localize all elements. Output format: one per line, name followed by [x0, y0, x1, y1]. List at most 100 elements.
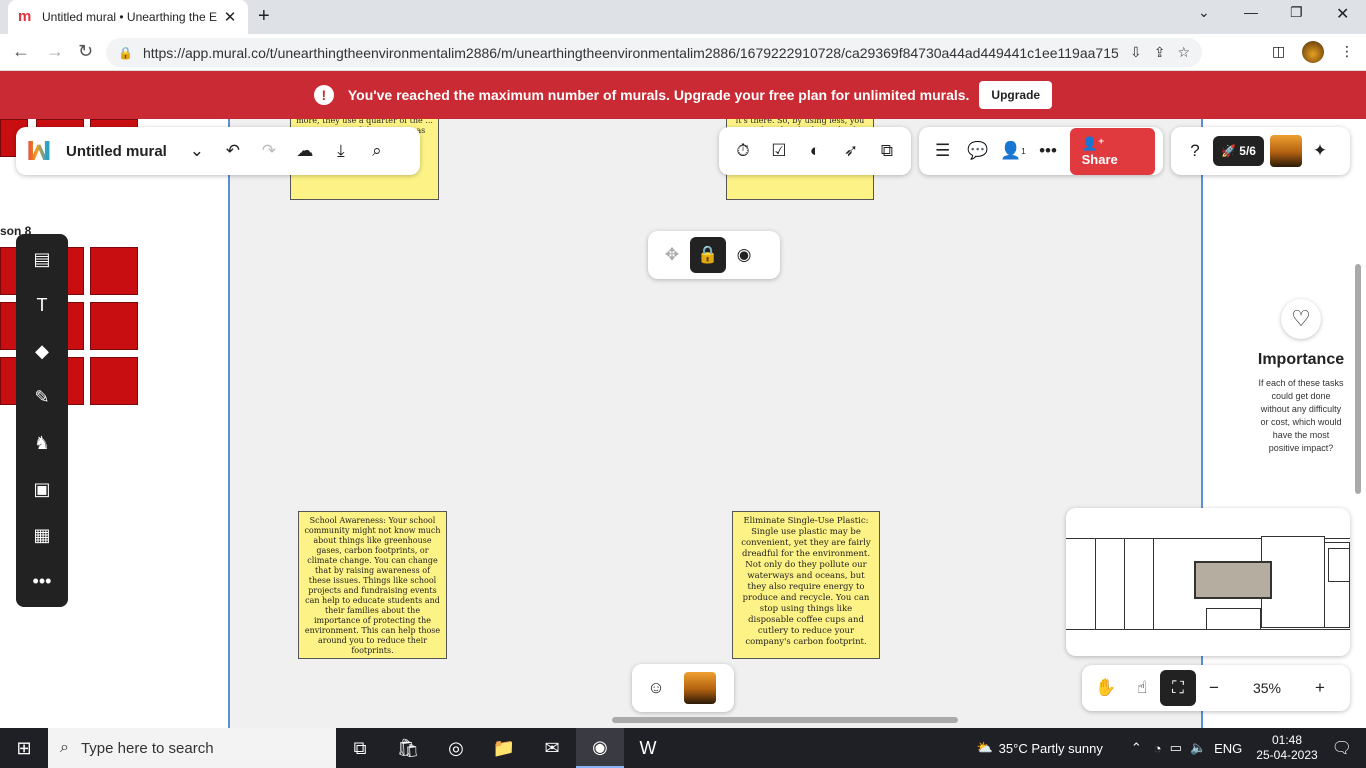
minimap[interactable]	[1066, 508, 1350, 656]
profile-avatar[interactable]	[1302, 41, 1324, 63]
horizontal-scrollbar[interactable]	[612, 717, 958, 723]
facilitator-avatar[interactable]	[684, 672, 716, 704]
red-block[interactable]	[90, 302, 138, 350]
download-icon[interactable]: ⤓	[323, 133, 359, 169]
cloud-sync-icon[interactable]: ☁	[287, 133, 323, 169]
apps-grid-icon[interactable]: ▦	[16, 512, 68, 558]
clock-time: 01:48	[1271, 733, 1302, 747]
task-view-icon[interactable]: ⧉	[336, 728, 384, 768]
restore-icon[interactable]: ❐	[1290, 4, 1303, 21]
taskbar-search[interactable]: ⌕ Type here to search	[48, 728, 336, 768]
weather-icon[interactable]: ⛅	[976, 740, 992, 756]
battery-icon[interactable]: ▭	[1170, 740, 1182, 756]
timer-icon[interactable]: ⏱	[725, 133, 761, 169]
hand-tool-icon[interactable]: ✋	[1088, 670, 1124, 706]
search-icon[interactable]: ⌕	[359, 133, 395, 169]
importance-title: Importance	[1257, 351, 1345, 368]
onboarding-progress-button[interactable]: 🚀 5/6	[1213, 136, 1264, 166]
zoom-in-icon[interactable]: +	[1302, 670, 1338, 706]
windows-taskbar: ⊞ ⌕ Type here to search ⧉ 🛍 ◎ 📁 ✉ ◉ W ⛅ …	[0, 728, 1366, 768]
share-button[interactable]: 👤⁺ Share	[1069, 127, 1155, 175]
red-block[interactable]	[90, 357, 138, 405]
share-page-icon[interactable]: ⇪	[1154, 44, 1166, 61]
shapes-icon[interactable]: ◆	[16, 328, 68, 374]
sidepanel-icon[interactable]: ◫	[1272, 43, 1285, 60]
new-tab-icon[interactable]: +	[258, 5, 270, 28]
mail-icon[interactable]: ✉	[528, 728, 576, 768]
map-toggle-icon[interactable]: ⛶	[1160, 670, 1196, 706]
heart-icon[interactable]: ♡	[1281, 299, 1321, 339]
tab-search-icon[interactable]: ⌄	[1198, 4, 1210, 21]
lock-area-icon[interactable]: 🔒	[690, 237, 726, 273]
importance-panel: ♡ Importance If each of these tasks coul…	[1246, 299, 1356, 455]
navigation-toolbar: ✋ ☝ ⛶ − 35% +	[1082, 665, 1350, 711]
reload-icon[interactable]: ↻	[78, 41, 93, 62]
move-icon[interactable]: ✥	[654, 237, 690, 273]
minimize-icon[interactable]: —	[1244, 4, 1258, 20]
summon-icon[interactable]: ➶	[833, 133, 869, 169]
zoom-level[interactable]: 35%	[1232, 680, 1302, 696]
chevron-down-icon[interactable]: ⌄	[179, 133, 215, 169]
mural-logo-icon[interactable]: ꟽ	[26, 138, 58, 164]
image-icon[interactable]: ▣	[16, 466, 68, 512]
install-icon[interactable]: ⇩	[1130, 44, 1142, 61]
close-window-icon[interactable]: ✕	[1336, 4, 1349, 24]
back-icon[interactable]: ←	[12, 41, 30, 62]
file-explorer-icon[interactable]: 📁	[480, 728, 528, 768]
network-icon[interactable]: ◔	[1154, 741, 1162, 756]
url-field[interactable]: 🔒 https://app.mural.co/t/unearthingtheen…	[106, 38, 1202, 67]
store-icon[interactable]: 🛍	[384, 728, 432, 768]
red-block[interactable]	[90, 247, 138, 295]
clock[interactable]: 01:48 25-04-2023	[1256, 733, 1317, 763]
lock-icon: 🔒	[118, 45, 133, 60]
sticky-note-icon[interactable]: ▤	[16, 236, 68, 282]
browser-tab[interactable]: m Untitled mural • Unearthing the E ✕	[8, 0, 248, 34]
url-text: https://app.mural.co/t/unearthingtheenvi…	[142, 44, 1118, 61]
mural-name[interactable]: Untitled mural	[66, 143, 167, 160]
ai-sparkle-icon[interactable]: ✦	[1302, 133, 1338, 169]
voting-icon[interactable]: ☑	[761, 133, 797, 169]
templates-llama-icon[interactable]: ♞	[16, 420, 68, 466]
browser-menu-icon[interactable]: ⋮	[1340, 43, 1354, 60]
sticky-note-single-use-plastic[interactable]: Eliminate Single-Use Plastic: Single use…	[732, 511, 880, 659]
minimap-viewport[interactable]	[1194, 561, 1272, 599]
notifications-icon[interactable]: 🗨	[1332, 738, 1352, 758]
select-tool-icon[interactable]: ☝	[1124, 670, 1160, 706]
zoom-out-icon[interactable]: −	[1196, 670, 1232, 706]
redo-icon[interactable]: ↷	[251, 133, 287, 169]
mural-title-toolbar: ꟽ Untitled mural ⌄ ↶ ↷ ☁ ⤓ ⌕	[16, 127, 420, 175]
chrome-icon[interactable]: ◉	[576, 728, 624, 768]
comments-icon[interactable]: 💬	[960, 133, 995, 169]
language-indicator[interactable]: ENG	[1214, 741, 1242, 756]
outline-icon[interactable]: ☰	[925, 133, 960, 169]
pen-icon[interactable]: ✎	[16, 374, 68, 420]
upgrade-button[interactable]: Upgrade	[979, 81, 1053, 109]
forward-icon[interactable]: →	[46, 41, 64, 62]
hide-icon[interactable]: ◉	[726, 237, 762, 273]
alert-icon: !	[313, 85, 334, 105]
sticky-text: Eliminate Single-Use Plastic: Single use…	[741, 516, 871, 647]
bookmark-star-icon[interactable]: ☆	[1177, 44, 1190, 61]
word-icon[interactable]: W	[624, 728, 672, 768]
address-bar-row: ← → ↻ 🔒 https://app.mural.co/t/unearthin…	[0, 34, 1366, 71]
private-mode-icon[interactable]: ◐	[797, 133, 833, 169]
vertical-scrollbar[interactable]	[1355, 264, 1361, 494]
edge-icon[interactable]: ◎	[432, 728, 480, 768]
undo-icon[interactable]: ↶	[215, 133, 251, 169]
sticky-note-school-awareness[interactable]: School Awareness: Your school community …	[298, 511, 447, 659]
collaborators-icon[interactable]: 👤 1	[995, 133, 1030, 169]
text-icon[interactable]: T	[16, 282, 68, 328]
upgrade-banner: ! You've reached the maximum number of m…	[0, 71, 1366, 119]
weather-text[interactable]: 35°C Partly sunny	[999, 741, 1103, 756]
help-icon[interactable]: ?	[1177, 133, 1213, 169]
more-tools-icon[interactable]: •••	[16, 558, 68, 604]
emoji-icon[interactable]: ☺	[638, 670, 674, 706]
toolbox-icon[interactable]: ⧉	[869, 133, 905, 169]
volume-icon[interactable]: 🔈	[1190, 740, 1206, 756]
user-avatar[interactable]	[1269, 135, 1302, 167]
close-tab-icon[interactable]: ✕	[222, 8, 238, 26]
windows-start-icon[interactable]: ⊞	[0, 728, 48, 768]
more-options-icon[interactable]: •••	[1030, 133, 1065, 169]
show-hidden-icons-icon[interactable]: ⌃	[1131, 740, 1142, 756]
collaborator-count: 1	[1021, 146, 1026, 156]
